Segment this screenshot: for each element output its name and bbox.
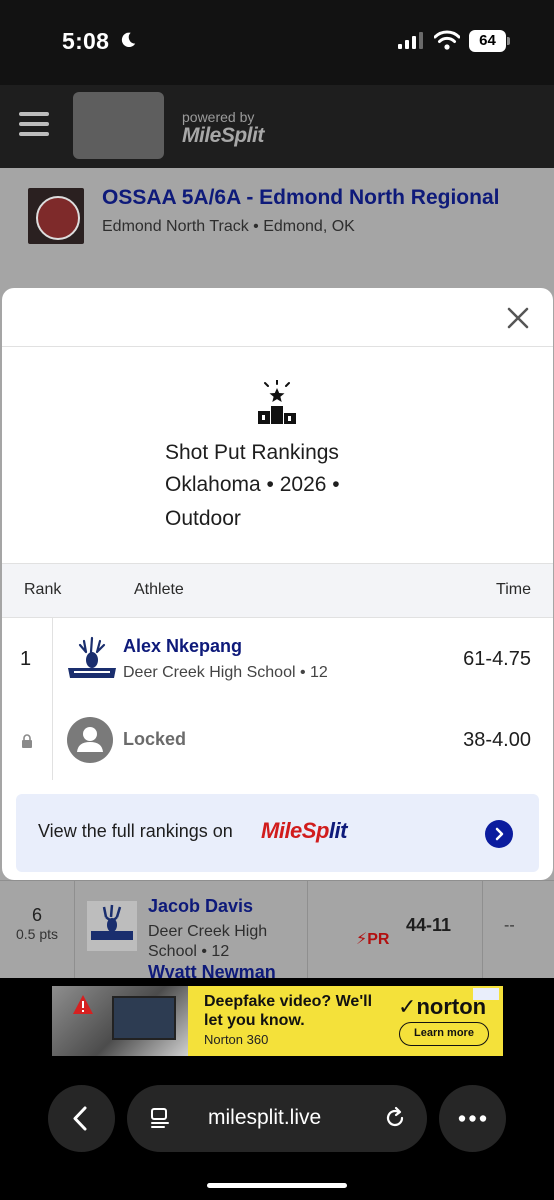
column-divider (307, 880, 308, 978)
close-icon[interactable] (504, 304, 532, 332)
battery-tip (507, 37, 510, 45)
battery-level: 64 (469, 30, 506, 52)
locked-label: Locked (123, 729, 187, 749)
result-wind: -- (504, 917, 515, 934)
reader-icon (151, 1108, 169, 1128)
modal-divider (2, 346, 553, 347)
athlete-school: Deer Creek High School • 12 (148, 923, 268, 960)
table-row: 6 0.5 pts Jacob Davis Deer Creek High Sc… (0, 880, 554, 972)
reload-icon[interactable] (383, 1106, 407, 1130)
ranking-mark: 38-4.00 (463, 729, 531, 751)
athlete-name[interactable]: Wyatt Newman (148, 962, 276, 978)
rankings-title: Shot Put Rankings (165, 441, 339, 464)
chevron-left-icon (73, 1106, 87, 1131)
more-dots-icon (458, 1115, 487, 1122)
column-divider (482, 880, 483, 978)
rankings-subtitle: Oklahoma • 2026 • Outdoor (165, 473, 340, 530)
meet-title[interactable]: OSSAA 5A/6A - Edmond North Regional (102, 186, 499, 210)
powered-by-label: powered by (182, 109, 255, 125)
column-header-athlete: Athlete (134, 581, 184, 598)
rankings-table-header: Rank Athlete Time (2, 563, 553, 618)
deer-creek-logo (87, 901, 137, 951)
ad-screen-graphic (112, 996, 176, 1040)
podium-icon (258, 380, 296, 424)
menu-icon[interactable] (19, 112, 49, 136)
moon-icon (121, 32, 136, 48)
warning-icon (73, 995, 93, 1014)
site-logo-placeholder[interactable] (73, 92, 164, 159)
url-text: milesplit.live (208, 1106, 322, 1129)
ad-product: Norton 360 (204, 1032, 269, 1047)
ranking-mark: 61-4.75 (463, 648, 531, 670)
column-divider (52, 618, 53, 780)
ad-headline: Deepfake video? We'll let you know. (204, 993, 373, 1029)
athlete-name[interactable]: Alex Nkepang (123, 636, 242, 657)
column-divider (74, 880, 75, 978)
ranking-rank: 1 (20, 648, 32, 670)
ad-banner[interactable]: Deepfake video? We'll let you know. Nort… (52, 986, 503, 1056)
view-full-rankings-button[interactable]: View the full rankings on MileSplit (16, 794, 539, 872)
meet-location: Edmond North Track • Edmond, OK (102, 218, 355, 235)
table-row: Wyatt Newman (0, 962, 554, 978)
result-mark: 44-11 (406, 915, 452, 935)
signal-icon (398, 32, 423, 49)
meet-logo (28, 188, 84, 244)
result-place: 6 (31, 905, 42, 925)
pr-badge: ⚡PR (356, 931, 390, 948)
result-points: 0.5 pts (15, 926, 59, 942)
user-icon (77, 727, 103, 752)
athlete-school: Deer Creek High School • 12 (123, 664, 328, 681)
deer-creek-logo (66, 635, 118, 687)
milesplit-header-logo: MileSplit (182, 124, 264, 147)
status-time: 5:08 (62, 28, 110, 54)
ad-choices-icon[interactable] (473, 988, 499, 1000)
address-bar[interactable]: milesplit.live (127, 1085, 427, 1152)
milesplit-logo: MileSplit (261, 818, 347, 843)
chevron-right-icon (485, 820, 513, 848)
avatar (67, 717, 113, 763)
cta-label: View the full rankings on (38, 821, 233, 841)
rankings-modal: Shot Put Rankings Oklahoma • 2026 • Outd… (2, 288, 553, 880)
athlete-name[interactable]: Jacob Davis (148, 896, 253, 917)
ad-learn-more-button[interactable]: Learn more (399, 1022, 489, 1046)
ad-image (52, 986, 188, 1056)
wifi-icon (434, 30, 460, 50)
more-options-button[interactable] (439, 1085, 506, 1152)
back-button[interactable] (48, 1085, 115, 1152)
home-indicator[interactable] (207, 1183, 347, 1188)
column-header-rank: Rank (24, 581, 62, 598)
lock-icon (22, 734, 32, 748)
column-header-time: Time (496, 581, 531, 598)
status-bar: 5:08 64 (0, 0, 554, 85)
